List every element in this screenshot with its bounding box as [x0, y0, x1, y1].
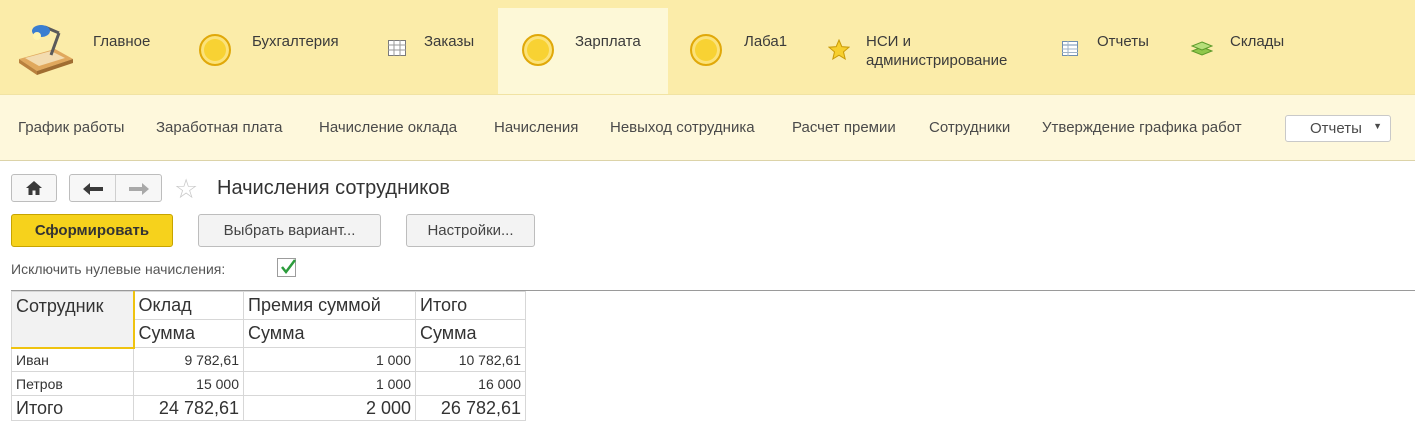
chevron-down-icon: ▼ — [1373, 121, 1382, 131]
section-salary[interactable]: Зарплата — [498, 8, 668, 94]
functions-panel: График работы Заработная плата Начислени… — [0, 94, 1415, 161]
generate-button[interactable]: Сформировать — [11, 214, 173, 247]
favorite-star-icon[interactable]: ☆ — [174, 174, 198, 204]
section-warehouses[interactable]: Склады — [1180, 8, 1300, 94]
choose-variant-button[interactable]: Выбрать вариант... — [198, 214, 381, 247]
table-row: Петров 15 000 1 000 16 000 — [11, 371, 526, 396]
func-link-work-schedule[interactable]: График работы — [18, 119, 124, 136]
func-link-bonus-calc[interactable]: Расчет премии — [792, 119, 896, 136]
reports-dropdown-button[interactable]: Отчеты ▼ — [1285, 115, 1391, 142]
cell-employee[interactable]: Иван — [11, 347, 134, 372]
cell-salary[interactable]: 9 782,61 — [133, 347, 244, 372]
func-link-salary-accrual[interactable]: Начисление оклада — [319, 119, 457, 136]
section-nsi-admin[interactable]: НСИ и администрирование — [820, 8, 1040, 94]
cell-total-salary[interactable]: 24 782,61 — [133, 395, 244, 421]
header-employee[interactable]: Сотрудник — [11, 291, 135, 349]
section-label-line1: НСИ и — [866, 33, 911, 50]
cell-total-total[interactable]: 26 782,61 — [415, 395, 526, 421]
home-icon — [26, 181, 42, 200]
history-nav — [69, 174, 162, 202]
settings-button[interactable]: Настройки... — [406, 214, 535, 247]
report-table: Сотрудник Оклад Премия суммой Итого Сумм… — [11, 291, 526, 421]
section-label-line2: администрирование — [866, 52, 1008, 69]
table-total-row: Итого 24 782,61 2 000 26 782,61 — [11, 395, 526, 421]
cell-total[interactable]: 10 782,61 — [415, 347, 526, 372]
coin-icon — [199, 34, 231, 66]
exclude-zero-checkbox[interactable] — [277, 258, 296, 277]
cell-total[interactable]: 16 000 — [415, 371, 526, 396]
header-sum[interactable]: Сумма — [133, 319, 244, 348]
section-label: Склады — [1230, 33, 1285, 50]
home-button[interactable] — [11, 174, 57, 202]
func-link-schedule-approval[interactable]: Утверждение графика работ — [1042, 119, 1242, 136]
header-group-salary[interactable]: Оклад — [133, 291, 244, 320]
section-label: Бухгалтерия — [252, 33, 339, 50]
coin-icon — [522, 34, 554, 66]
section-label: Главное — [93, 33, 151, 50]
section-orders[interactable]: Заказы — [370, 8, 500, 94]
func-link-salary[interactable]: Заработная плата — [156, 119, 282, 136]
cell-employee[interactable]: Петров — [11, 371, 134, 396]
table-row: Иван 9 782,61 1 000 10 782,61 — [11, 347, 526, 372]
section-label: Отчеты — [1097, 33, 1149, 50]
func-link-employees[interactable]: Сотрудники — [929, 119, 1010, 136]
star-icon — [827, 38, 851, 65]
back-button[interactable] — [70, 175, 116, 201]
section-accounting[interactable]: Бухгалтерия — [168, 8, 339, 94]
header-group-bonus[interactable]: Премия суммой — [243, 291, 416, 320]
header-group-total[interactable]: Итого — [415, 291, 526, 320]
section-label: Заказы — [424, 33, 475, 50]
cell-salary[interactable]: 15 000 — [133, 371, 244, 396]
cell-bonus[interactable]: 1 000 — [243, 347, 416, 372]
forward-button[interactable] — [116, 175, 162, 201]
section-label: Зарплата — [575, 33, 641, 50]
header-sum[interactable]: Сумма — [415, 319, 526, 348]
section-lab1[interactable]: Лаба1 — [668, 8, 808, 94]
cell-total-bonus[interactable]: 2 000 — [243, 395, 416, 421]
exclude-zero-label: Исключить нулевые начисления: — [11, 261, 226, 277]
func-link-accruals[interactable]: Начисления — [494, 119, 578, 136]
section-main[interactable]: Главное — [0, 8, 168, 94]
grid-icon — [388, 40, 406, 61]
sections-panel: Главное Бухгалтерия Заказы Зарплата Лаба… — [0, 0, 1415, 94]
section-reports[interactable]: Отчеты — [1050, 8, 1170, 94]
arrow-right-icon — [129, 182, 149, 200]
reports-dropdown-label: Отчеты — [1310, 120, 1362, 137]
desk-lamp-icon — [15, 19, 77, 80]
cell-total-label[interactable]: Итого — [11, 395, 134, 421]
arrow-left-icon — [83, 182, 103, 200]
section-label: Лаба1 — [744, 33, 788, 50]
coin-icon — [690, 34, 722, 66]
table-icon — [1062, 41, 1078, 61]
checkmark-icon — [279, 258, 297, 281]
cell-bonus[interactable]: 1 000 — [243, 371, 416, 396]
layers-icon — [1190, 41, 1214, 62]
form-title: Начисления сотрудников — [217, 177, 451, 199]
func-link-employee-absence[interactable]: Невыход сотрудника — [610, 119, 755, 136]
header-sum[interactable]: Сумма — [243, 319, 416, 348]
